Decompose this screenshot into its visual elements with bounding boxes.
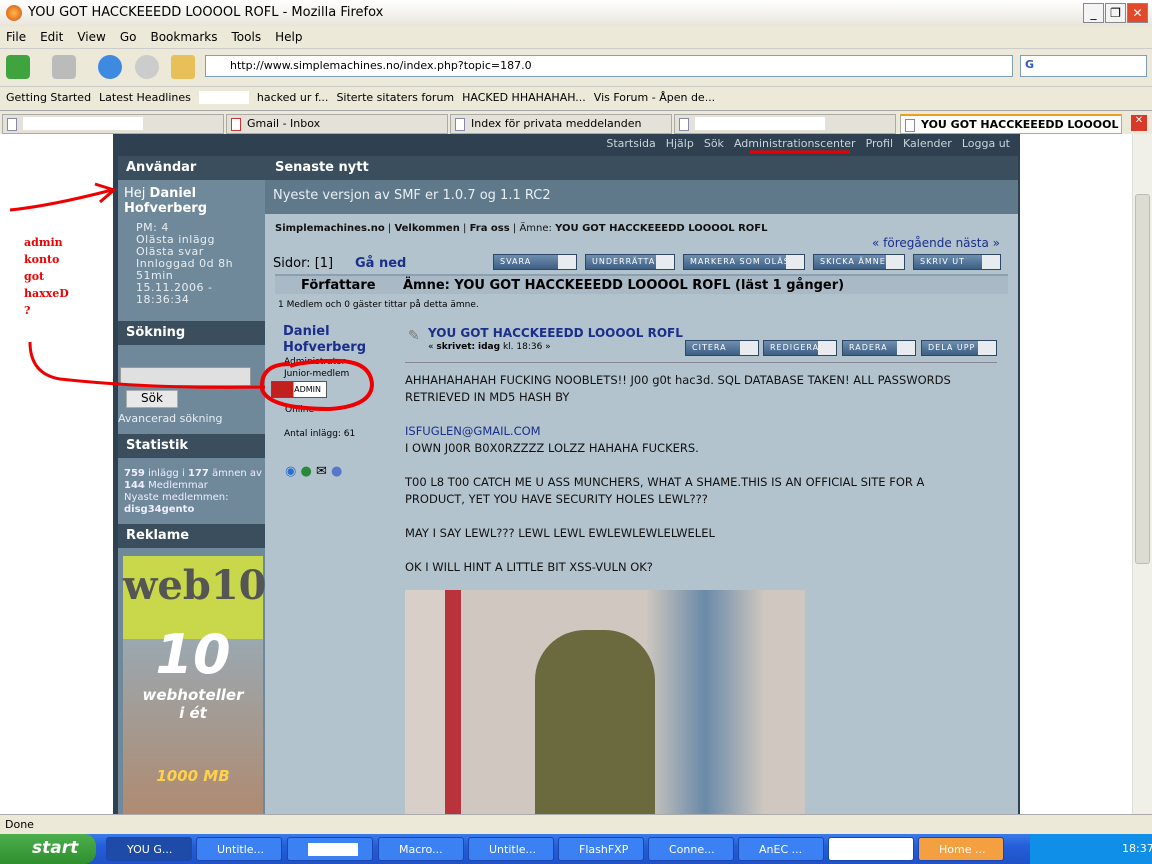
taskbar-item[interactable]: Conne... [648, 837, 734, 861]
tab-bar: Gmail - Inbox Index för privata meddelan… [0, 110, 1152, 134]
circle-around-badge [259, 358, 375, 412]
menu-bookmarks[interactable]: Bookmarks [150, 30, 217, 44]
arrow-to-badge [28, 341, 266, 389]
scroll-thumb[interactable] [1135, 194, 1150, 564]
tab[interactable] [674, 114, 896, 134]
bookmark-item[interactable]: Latest Headlines [99, 91, 191, 104]
menu-go[interactable]: Go [120, 30, 137, 44]
taskbar: start YOU G... Untitle... Macro... Untit… [0, 834, 1152, 864]
taskbar-item[interactable]: Untitle... [196, 837, 282, 861]
bookmark-item[interactable]: Vis Forum - Åpen de... [594, 91, 715, 104]
bookmark-item[interactable]: Siterte sitaters forum [336, 91, 454, 104]
taskbar-item[interactable]: FlashFXP [558, 837, 644, 861]
title-bar: YOU GOT HACCKEEEDD LOOOOL ROFL - Mozilla… [0, 0, 1152, 26]
taskbar-item[interactable]: Untitle... [468, 837, 554, 861]
forward-icon[interactable] [52, 55, 76, 79]
tab-active[interactable]: YOU GOT HACCKEEEDD LOOOOL R... [900, 114, 1122, 134]
red-annotation-marks [9, 150, 850, 412]
home-icon[interactable] [171, 55, 195, 79]
start-button[interactable]: start [0, 834, 96, 864]
firefox-icon [6, 5, 22, 21]
page-content: Startsida Hjälp Sök Administrationscenter Pr… [0, 134, 1132, 814]
taskbar-item[interactable]: AnEC ... [738, 837, 824, 861]
menu-bar: File Edit View Go Bookmarks Tools Help [0, 27, 1152, 47]
minimize-button[interactable]: _ [1083, 3, 1104, 23]
system-tray: 18:37 [1030, 834, 1152, 864]
bookmark-item[interactable]: HACKED HHAHAHAH... [462, 91, 586, 104]
vertical-scrollbar[interactable] [1132, 134, 1152, 814]
taskbar-item[interactable]: Macro... [378, 837, 464, 861]
maximize-button[interactable]: ❐ [1105, 3, 1126, 23]
bookmarks-toolbar: Getting Started Latest Headlines hacked u… [0, 86, 1152, 108]
reload-icon[interactable] [98, 55, 122, 79]
taskbar-item[interactable] [287, 837, 373, 861]
menu-edit[interactable]: Edit [40, 30, 63, 44]
bookmark-item[interactable]: hacked ur f... [257, 91, 329, 104]
tab[interactable] [2, 114, 224, 134]
taskbar-item[interactable]: Home ... [918, 837, 1004, 861]
address-bar[interactable]: http://www.simplemachines.no/index.php?t… [205, 55, 1013, 77]
close-tab-icon[interactable]: ✕ [1131, 115, 1147, 131]
menu-view[interactable]: View [77, 30, 105, 44]
window-title: YOU GOT HACCKEEEDD LOOOOL ROFL - Mozilla… [28, 5, 384, 20]
search-box[interactable]: G [1020, 55, 1147, 77]
status-bar: Done [0, 814, 1152, 834]
menu-tools[interactable]: Tools [232, 30, 262, 44]
menu-file[interactable]: File [6, 30, 26, 44]
tab-private-messages[interactable]: Index för privata meddelanden [450, 114, 672, 134]
close-button[interactable]: ✕ [1127, 3, 1148, 23]
arrow-to-username [9, 182, 118, 212]
tab-gmail[interactable]: Gmail - Inbox [226, 114, 448, 134]
clock: 18:37 [1122, 842, 1152, 855]
stop-icon[interactable] [135, 55, 159, 79]
taskbar-item[interactable]: YOU G... [106, 837, 192, 861]
back-icon[interactable] [6, 55, 30, 79]
bookmark-item[interactable]: Getting Started [6, 91, 91, 104]
taskbar-item[interactable] [828, 837, 914, 861]
menu-help[interactable]: Help [275, 30, 302, 44]
